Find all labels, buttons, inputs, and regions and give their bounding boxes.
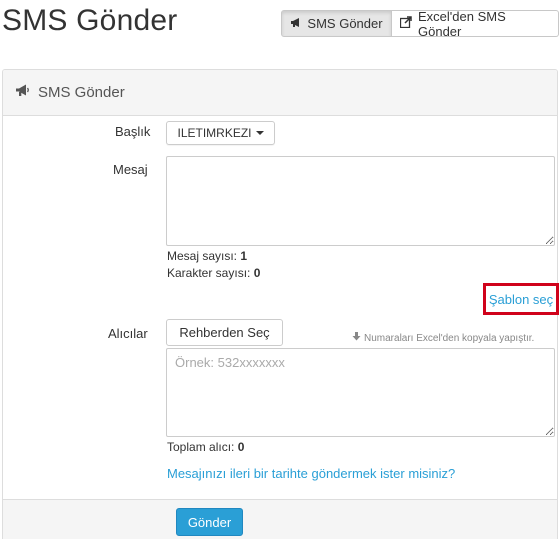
karakter-sayisi: Karakter sayısı: 0 — [167, 266, 260, 280]
karakter-sayisi-value: 0 — [253, 266, 261, 280]
excel-send-button[interactable]: Excel'den SMS Gönder — [392, 8, 559, 39]
panel-heading-label: SMS Gönder — [38, 84, 125, 101]
sms-send-tab-button[interactable]: SMS Gönder — [281, 10, 392, 37]
caret-down-icon — [255, 131, 264, 135]
send-button[interactable]: Gönder — [176, 508, 243, 536]
mesaj-sayisi-value: 1 — [240, 249, 248, 263]
baslik-dropdown-value: ILETIMRKEZI — [177, 126, 252, 140]
panel-heading: SMS Gönder — [3, 70, 557, 116]
mesaj-label: Mesaj — [113, 162, 148, 177]
alicilar-textarea[interactable] — [166, 348, 555, 437]
schedule-link[interactable]: Mesajınızı ileri bir tarihte göndermek i… — [167, 466, 455, 481]
toplam-alici-value: 0 — [237, 440, 245, 454]
mesaj-sayisi-label: Mesaj sayısı: — [167, 249, 238, 263]
baslik-dropdown[interactable]: ILETIMRKEZI — [166, 121, 275, 145]
excel-hint: Numaraları Excel'den kopyala yapıştır. — [352, 332, 534, 344]
mesaj-sayisi: Mesaj sayısı: 1 — [167, 249, 247, 263]
top-actions: SMS Gönder Excel'den SMS Gönder — [281, 8, 559, 39]
excel-send-label: Excel'den SMS Gönder — [418, 8, 506, 39]
sms-send-tab-label: SMS Gönder — [307, 16, 383, 31]
sablon-highlight-box: Şablon seç — [483, 283, 559, 315]
external-link-icon — [399, 16, 413, 31]
bullhorn-icon — [15, 84, 30, 101]
panel-footer — [3, 499, 557, 539]
alicilar-label: Alıcılar — [108, 326, 148, 341]
excel-hint-text: Numaraları Excel'den kopyala yapıştır. — [364, 332, 535, 344]
arrow-down-icon — [352, 332, 361, 344]
toplam-alici: Toplam alıcı: 0 — [167, 440, 244, 454]
bullhorn-icon — [290, 16, 302, 31]
rehberden-sec-button[interactable]: Rehberden Seç — [166, 319, 283, 346]
sablon-sec-link[interactable]: Şablon seç — [489, 292, 553, 307]
baslik-label: Başlık — [115, 124, 151, 139]
karakter-sayisi-label: Karakter sayısı: — [167, 266, 251, 280]
toplam-alici-label: Toplam alıcı: — [167, 440, 235, 454]
page-title: SMS Gönder — [2, 4, 178, 37]
mesaj-textarea[interactable] — [166, 156, 555, 246]
